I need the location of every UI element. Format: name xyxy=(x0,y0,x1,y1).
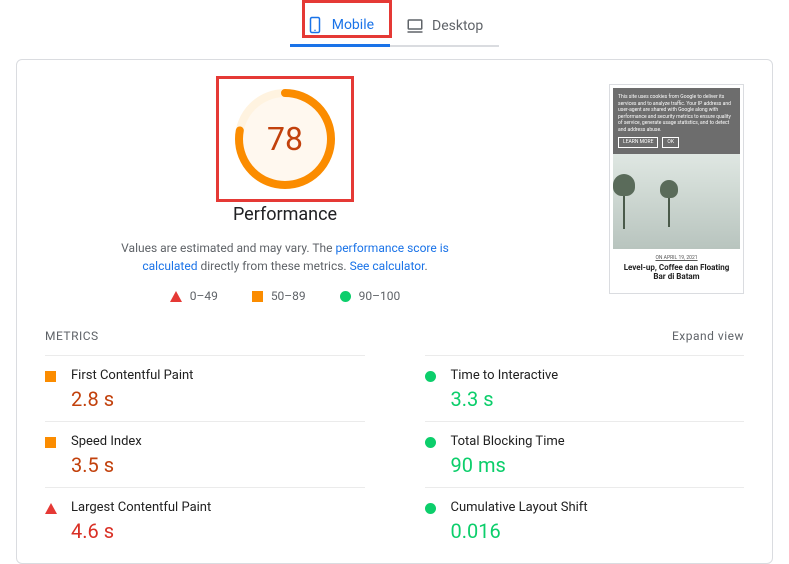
legend-avg-label: 50–89 xyxy=(271,289,306,303)
metric-tti: Time to Interactive 3.3 s xyxy=(425,355,745,421)
tab-mobile-label: Mobile xyxy=(332,17,374,33)
metric-value: 90 ms xyxy=(451,453,565,477)
circle-green-icon xyxy=(425,503,436,514)
metric-name: Cumulative Layout Shift xyxy=(451,500,588,515)
circle-green-icon xyxy=(425,437,436,448)
legend-good-label: 90–100 xyxy=(359,289,401,303)
metrics-grid: First Contentful Paint 2.8 s Time to Inte… xyxy=(45,355,744,553)
desc-text: directly from these metrics. xyxy=(197,259,349,273)
preview-title: Level-up, Coffee dan Floating Bar di Bat… xyxy=(617,263,736,282)
circle-green-icon xyxy=(340,291,351,302)
metric-tbt: Total Blocking Time 90 ms xyxy=(425,421,745,487)
metric-value: 3.3 s xyxy=(451,387,559,411)
mobile-icon xyxy=(306,16,324,34)
square-orange-icon xyxy=(45,437,56,448)
metric-name: First Contentful Paint xyxy=(71,368,193,383)
metric-value: 3.5 s xyxy=(71,453,142,477)
metric-name: Total Blocking Time xyxy=(451,434,565,449)
score-description: Values are estimated and may vary. The p… xyxy=(95,239,475,275)
preview-date: ON APRIL 19, 2021 xyxy=(617,255,736,261)
square-orange-icon xyxy=(252,291,263,302)
preview-cookie-banner: This site uses cookies from Google to de… xyxy=(613,88,740,154)
tab-mobile[interactable]: Mobile xyxy=(290,8,390,47)
metric-name: Largest Contentful Paint xyxy=(71,500,211,515)
metric-name: Time to Interactive xyxy=(451,368,559,383)
metric-value: 4.6 s xyxy=(71,519,211,543)
triangle-red-icon xyxy=(170,291,182,302)
expand-view-toggle[interactable]: Expand view xyxy=(672,329,744,343)
link-see-calculator[interactable]: See calculator xyxy=(350,259,425,273)
tab-desktop-label: Desktop xyxy=(432,18,483,34)
preview-learn-more: LEARN MORE xyxy=(618,137,658,148)
desktop-icon xyxy=(406,17,424,35)
desc-text: . xyxy=(424,259,427,273)
score-label: Performance xyxy=(233,204,337,225)
metric-cls: Cumulative Layout Shift 0.016 xyxy=(425,487,745,553)
preview-banner-text: This site uses cookies from Google to de… xyxy=(618,94,735,133)
score-value: 78 xyxy=(230,84,340,194)
legend-average: 50–89 xyxy=(252,289,306,303)
desc-text: Values are estimated and may vary. The xyxy=(121,241,335,255)
circle-green-icon xyxy=(425,371,436,382)
metrics-heading: METRICS xyxy=(45,329,99,343)
score-legend: 0–49 50–89 90–100 xyxy=(170,289,401,303)
legend-poor-label: 0–49 xyxy=(190,289,218,303)
legend-poor: 0–49 xyxy=(170,289,218,303)
triangle-red-icon xyxy=(45,503,57,514)
report-card: 78 Performance Values are estimated and … xyxy=(16,59,773,564)
page-preview: This site uses cookies from Google to de… xyxy=(609,84,744,294)
score-gauge: 78 xyxy=(230,84,340,194)
metric-fcp: First Contentful Paint 2.8 s xyxy=(45,355,365,421)
square-orange-icon xyxy=(45,371,56,382)
metric-value: 2.8 s xyxy=(71,387,193,411)
preview-image xyxy=(613,154,740,249)
legend-good: 90–100 xyxy=(340,289,401,303)
metric-name: Speed Index xyxy=(71,434,142,449)
metric-lcp: Largest Contentful Paint 4.6 s xyxy=(45,487,365,553)
preview-ok: OK xyxy=(662,137,679,148)
device-tabs: Mobile Desktop xyxy=(0,0,789,47)
metric-value: 0.016 xyxy=(451,519,588,543)
metric-si: Speed Index 3.5 s xyxy=(45,421,365,487)
score-column: 78 Performance Values are estimated and … xyxy=(75,84,495,303)
tab-desktop[interactable]: Desktop xyxy=(390,8,499,47)
